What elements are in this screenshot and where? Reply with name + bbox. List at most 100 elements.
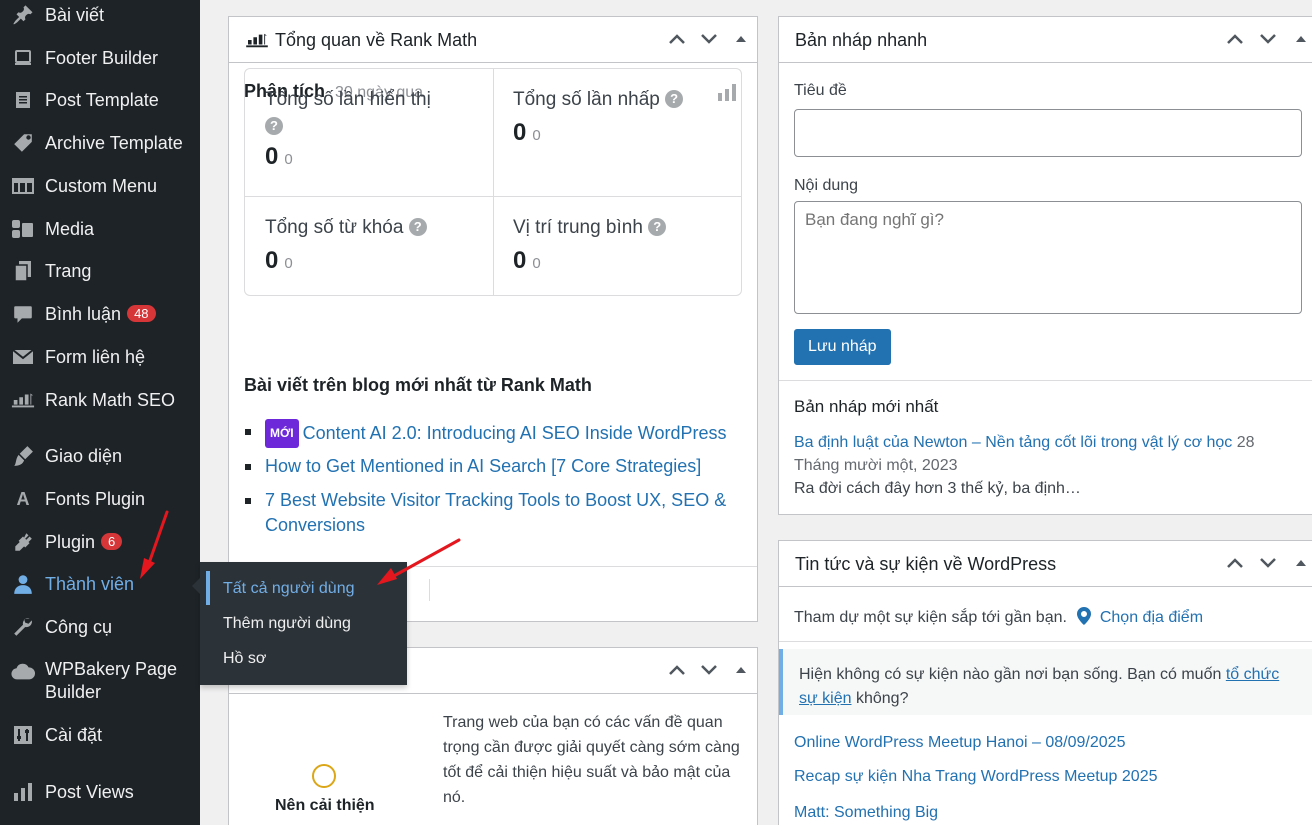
menu-item-contact-form[interactable]: Form liên hệ — [0, 337, 200, 377]
plug-icon — [11, 530, 35, 554]
stat-total-clicks: Tổng số lần nhấp ? 00 — [513, 89, 684, 147]
recent-drafts-heading: Bản nháp mới nhất — [794, 397, 939, 416]
stat-total-keywords: Tổng số từ khóa ? 00 — [265, 217, 427, 275]
collapse-toggle-icon[interactable] — [729, 27, 753, 51]
menu-label: Bình luận — [45, 303, 122, 324]
collapse-toggle-icon[interactable] — [729, 658, 753, 682]
menu-label-line2: Builder — [45, 682, 102, 702]
media-icon — [11, 217, 35, 241]
stat-value: 0 — [513, 119, 527, 146]
help-icon[interactable]: ? — [265, 117, 283, 135]
comment-count-badge: 48 — [127, 304, 156, 322]
choose-location-link[interactable]: Chọn địa điểm — [1100, 609, 1203, 626]
move-down-icon[interactable] — [1256, 27, 1280, 51]
stats-grid: Tổng số lần hiển thị ? 00 Tổng số lần nh… — [244, 68, 742, 296]
move-up-icon[interactable] — [665, 658, 689, 682]
move-down-icon[interactable] — [697, 658, 721, 682]
user-icon — [11, 572, 35, 596]
menu-label: Archive Template — [45, 132, 183, 153]
content-label: Nội dung — [794, 177, 859, 194]
plugin-update-badge: 6 — [101, 532, 123, 550]
menu-item-settings[interactable]: Cài đặt — [0, 715, 200, 755]
event-link[interactable]: Matt: Something Big — [794, 804, 938, 822]
blog-post-link[interactable]: 7 Best Website Visitor Tracking Tools to… — [265, 490, 726, 535]
new-badge: MỚI — [265, 419, 299, 448]
menu-item-comments[interactable]: Bình luận 48 — [0, 294, 200, 334]
blog-post-link[interactable]: Content AI 2.0: Introducing AI SEO Insid… — [303, 423, 727, 443]
menu-label: Post Views — [45, 781, 134, 802]
wrench-icon — [11, 615, 35, 639]
panel-title: Bản nháp nhanh — [795, 30, 928, 50]
title-label: Tiêu đề — [794, 82, 847, 99]
event-link[interactable]: Recap sự kiện Nha Trang WordPress Meetup… — [794, 768, 1158, 786]
blog-heading: Bài viết trên blog mới nhất từ Rank Math — [244, 375, 592, 395]
stat-average-position: Vị trí trung bình ? 00 — [513, 217, 667, 275]
panel-header: Bản nháp nhanh — [779, 17, 1312, 63]
help-icon[interactable]: ? — [665, 90, 684, 108]
menu-label: Post Template — [45, 89, 159, 110]
menu-item-archive-template[interactable]: Archive Template — [0, 123, 200, 163]
menu-item-wpbakery[interactable]: WPBakery Page Builder — [0, 658, 200, 704]
recent-draft-link[interactable]: Ba định luật của Newton – Nền tảng cốt l… — [794, 434, 1232, 451]
attend-event-text: Tham dự một sự kiện sắp tới gần bạn. — [794, 609, 1067, 626]
save-draft-button[interactable]: Lưu nháp — [794, 329, 891, 365]
menu-item-appearance[interactable]: Giao diện — [0, 436, 200, 476]
menu-label: Footer Builder — [45, 47, 159, 68]
move-up-icon[interactable] — [1223, 551, 1247, 575]
organize-event-link[interactable]: tổ chức — [1226, 666, 1279, 683]
no-events-tail: không? — [855, 690, 909, 707]
menu-label: Công cụ — [45, 616, 113, 637]
grid-icon — [11, 174, 35, 198]
move-up-icon[interactable] — [1223, 27, 1247, 51]
menu-item-fonts-plugin[interactable]: A Fonts Plugin — [0, 479, 200, 519]
help-icon[interactable]: ? — [648, 218, 667, 236]
tag-icon — [11, 131, 35, 155]
stat-label: Tổng số lần nhấp — [513, 89, 660, 110]
panel-title: Tin tức và sự kiện về WordPress — [795, 554, 1057, 574]
font-icon: A — [16, 488, 30, 509]
help-icon[interactable]: ? — [408, 218, 427, 236]
pages-icon — [11, 259, 35, 283]
menu-item-tools[interactable]: Công cụ — [0, 607, 200, 647]
stat-change: 0 — [284, 151, 293, 168]
menu-item-custom-menu[interactable]: Custom Menu — [0, 166, 200, 206]
move-down-icon[interactable] — [697, 27, 721, 51]
menu-item-users[interactable]: Thành viên — [0, 564, 200, 604]
collapse-toggle-icon[interactable] — [1289, 27, 1312, 51]
rank-math-overview-panel: Tổng quan về Rank Math Phân tích 30 ngày… — [228, 16, 758, 622]
menu-label: Giao diện — [45, 445, 123, 466]
submenu-all-users[interactable]: Tất cả người dùng — [223, 580, 355, 598]
brush-icon — [11, 444, 35, 468]
menu-item-rank-math[interactable]: Rank Math SEO — [0, 380, 200, 420]
move-down-icon[interactable] — [1256, 551, 1280, 575]
submenu-add-user[interactable]: Thêm người dùng — [223, 615, 351, 633]
menu-item-posts[interactable]: Bài viết — [0, 0, 200, 35]
menu-item-post-template[interactable]: Post Template — [0, 80, 200, 120]
panel-header: Tin tức và sự kiện về WordPress — [779, 541, 1312, 587]
stat-change: 0 — [532, 255, 541, 272]
users-submenu: Tất cả người dùng Thêm người dùng Hồ sơ — [192, 562, 407, 685]
draft-content-textarea[interactable] — [794, 201, 1302, 314]
menu-item-plugins[interactable]: Plugin 6 — [0, 522, 200, 562]
draft-title-input[interactable] — [794, 109, 1302, 157]
organize-event-link-cont[interactable]: sự kiện — [799, 690, 852, 707]
current-item-indicator — [206, 571, 210, 605]
collapse-toggle-icon[interactable] — [1289, 551, 1312, 575]
panel-title: Tổng quan về Rank Math — [275, 30, 478, 50]
menu-item-pages[interactable]: Trang — [0, 251, 200, 291]
menu-item-footer-builder[interactable]: Footer Builder — [0, 38, 200, 78]
rankmath-icon — [11, 388, 35, 412]
menu-item-post-views[interactable]: Post Views — [0, 772, 200, 812]
event-link[interactable]: Online WordPress Meetup Hanoi – 08/09/20… — [794, 734, 1125, 752]
menu-label: Fonts Plugin — [45, 488, 146, 509]
stat-value: 0 — [513, 247, 527, 274]
no-events-notice: Hiện không có sự kiện nào gần nơi bạn số… — [779, 649, 1312, 715]
menu-label: Trang — [45, 260, 92, 281]
menu-label: WPBakery Page — [45, 659, 178, 679]
move-up-icon[interactable] — [665, 27, 689, 51]
blog-post-link[interactable]: How to Get Mentioned in AI Search [7 Cor… — [265, 456, 701, 476]
menu-item-media[interactable]: Media — [0, 209, 200, 249]
recent-draft-date: 28 — [1236, 434, 1255, 451]
document-icon — [11, 88, 35, 112]
submenu-profile[interactable]: Hồ sơ — [223, 650, 266, 668]
